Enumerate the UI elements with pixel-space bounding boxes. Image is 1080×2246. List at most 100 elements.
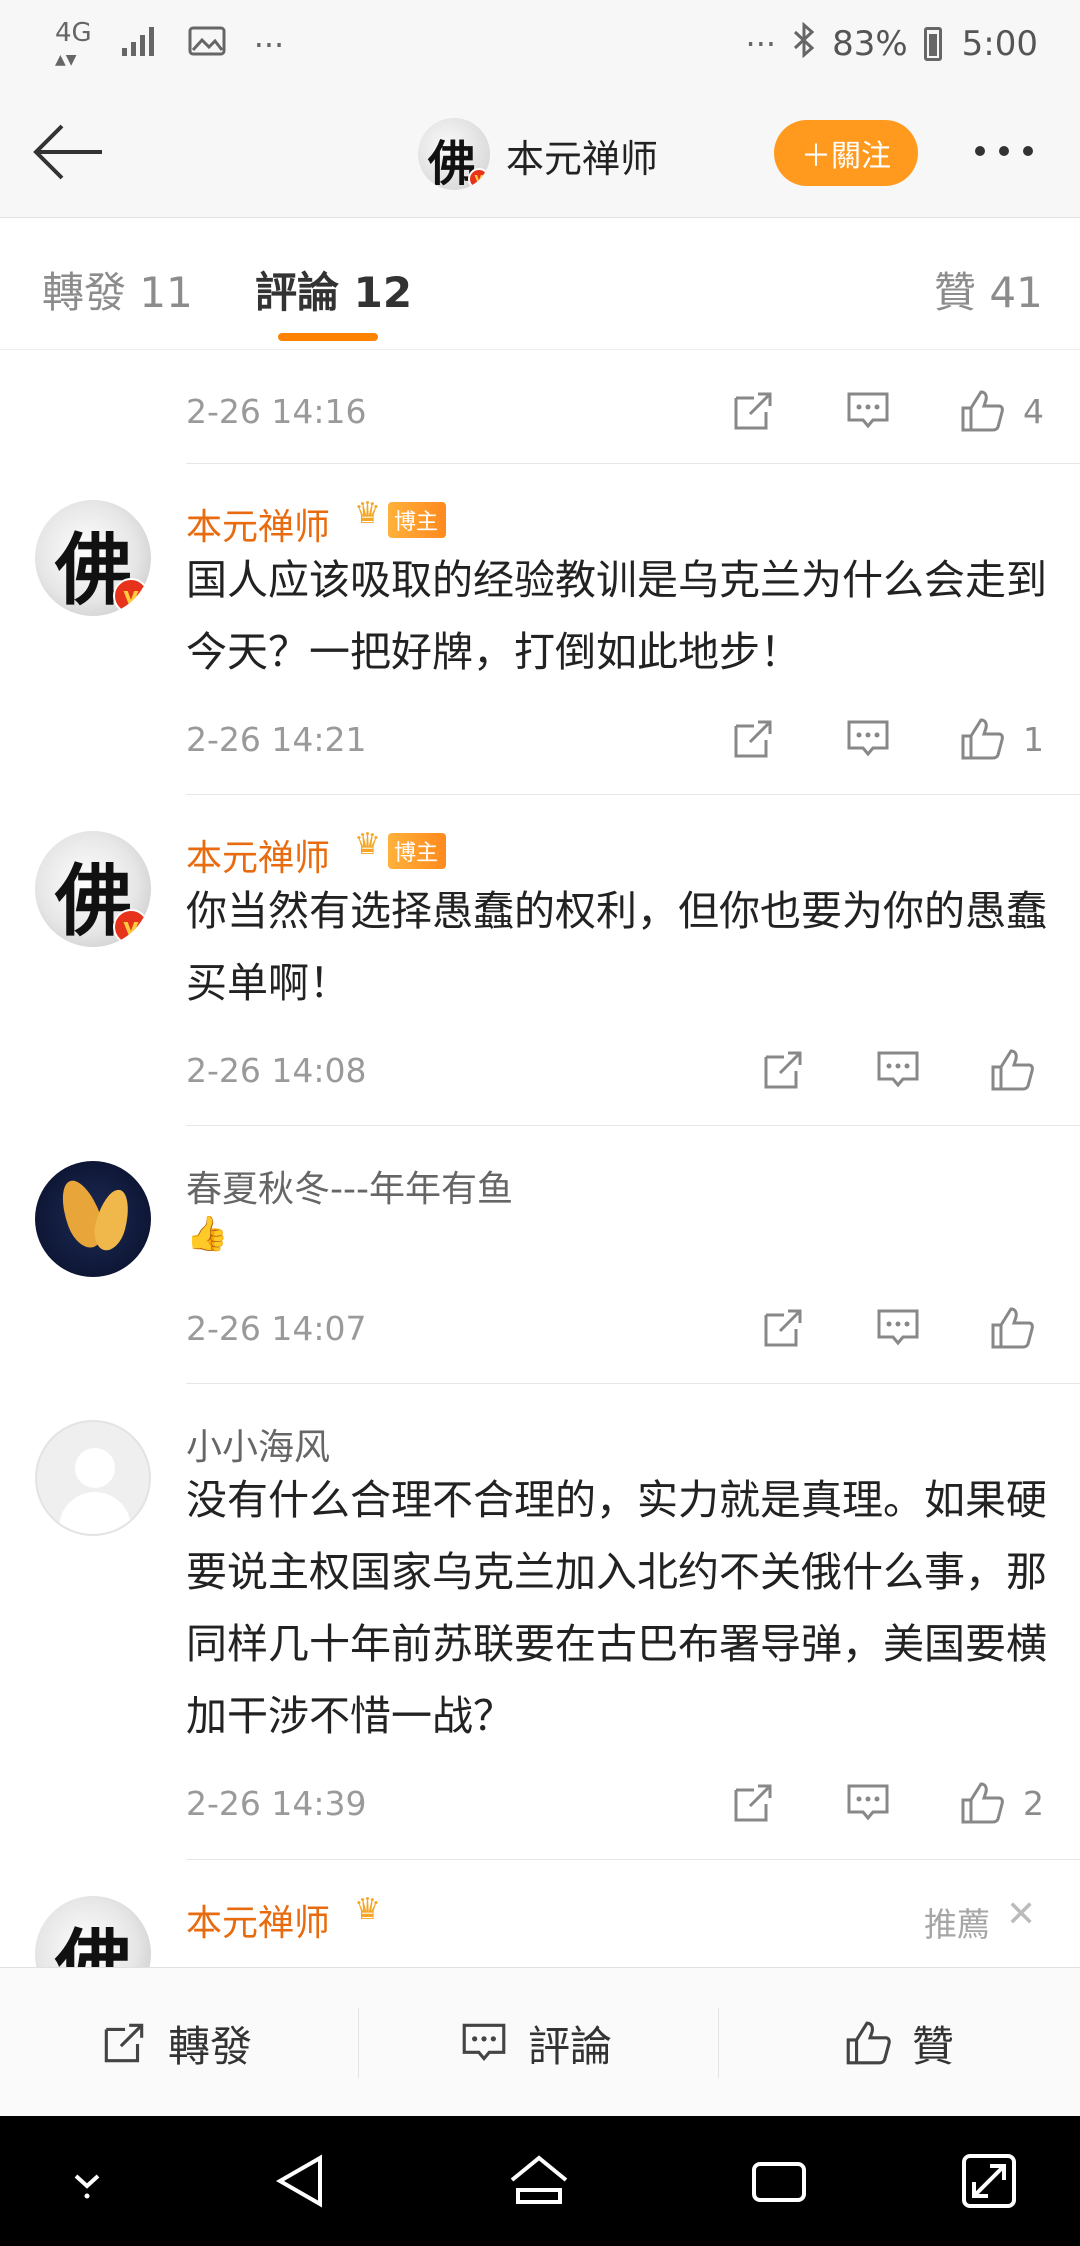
arrow-left-icon	[33, 124, 102, 180]
battery-percent: 83%	[832, 24, 908, 64]
repost-icon[interactable]	[728, 386, 778, 436]
fish-icon	[89, 1186, 135, 1254]
crown-icon: ♛	[354, 496, 381, 531]
comment-time: 2-26 14:39	[186, 1784, 367, 1823]
verified-icon: v	[468, 168, 490, 190]
comment-item: 佛 v 本元禅师 ♛ 博主 国人应该吸取的经验教训是乌克兰为什么会走到今天？一把…	[0, 464, 1080, 795]
like-count: 4	[1023, 392, 1044, 431]
default-avatar-icon	[75, 1448, 115, 1488]
more-options-button[interactable]	[975, 126, 1055, 176]
default-avatar-body	[59, 1492, 131, 1534]
user-avatar[interactable]: 佛	[35, 1896, 151, 1967]
comment-item: 春夏秋冬---年年有鱼 👍 2-26 14:07	[0, 1126, 1080, 1384]
like-icon[interactable]	[987, 1045, 1037, 1095]
repost-label: 轉發	[168, 2021, 253, 2071]
comment-label: 評論	[528, 2021, 613, 2071]
comment-icon[interactable]	[873, 1045, 923, 1095]
comment-username[interactable]: 本元禅师	[186, 498, 330, 550]
repost-icon[interactable]	[758, 1303, 808, 1353]
tab-likes[interactable]: 贊 41	[934, 259, 1043, 320]
close-icon[interactable]: ✕	[1006, 1894, 1036, 1935]
like-icon[interactable]	[957, 1778, 1007, 1828]
comment-time: 2-26 14:07	[186, 1309, 367, 1348]
tab-reposts[interactable]: 轉發 11	[42, 259, 193, 320]
user-avatar[interactable]: 佛 v	[35, 831, 151, 947]
verified-icon: v	[113, 909, 149, 945]
comment-icon[interactable]	[843, 386, 893, 436]
like-icon[interactable]	[987, 1303, 1037, 1353]
image-icon	[188, 25, 226, 65]
back-button[interactable]	[30, 120, 106, 184]
comment-username[interactable]: 春夏秋冬---年年有鱼	[186, 1160, 513, 1212]
overflow-icon: ···	[253, 26, 285, 65]
comment-username[interactable]: 本元禅师	[186, 1894, 330, 1946]
like-button[interactable]: 贊	[842, 2008, 954, 2078]
triangle-back-icon	[275, 2154, 322, 2208]
app-header: 佛 v 本元禅师 ＋關注	[0, 90, 1080, 218]
user-avatar[interactable]: 佛 v	[35, 500, 151, 616]
dot-icon	[999, 146, 1009, 156]
comment-icon[interactable]	[873, 1303, 923, 1353]
comment-item: 佛 本元禅师 ♛ 推薦 ✕	[0, 1860, 1080, 1967]
host-badge-label: 博主	[394, 510, 439, 535]
like-count: 1	[1023, 720, 1044, 759]
comment-item: 2-26 14:16 4	[0, 350, 1080, 464]
comment-username[interactable]: 小小海风	[186, 1418, 330, 1470]
comment-button[interactable]: 評論	[458, 2008, 612, 2078]
comment-icon[interactable]	[843, 1778, 893, 1828]
comment-icon[interactable]	[843, 714, 893, 764]
header-username[interactable]: 本元禅师	[506, 128, 658, 183]
comment-item: 佛 v 本元禅师 ♛ 博主 你当然有选择愚蠢的权利，但你也要为你的愚蠢买单啊！ …	[0, 795, 1080, 1126]
repost-icon[interactable]	[728, 714, 778, 764]
tab-bar: 轉發 11 評論 12 贊 41	[0, 219, 1080, 350]
hide-keyboard-button[interactable]	[52, 2146, 122, 2216]
like-label: 贊	[912, 2021, 955, 2071]
home-nav-button[interactable]	[504, 2146, 574, 2216]
comment-text: 你当然有选择愚蠢的权利，但你也要为你的愚蠢买单啊！	[186, 887, 1047, 1007]
back-nav-button[interactable]	[266, 2146, 336, 2216]
comment-list[interactable]: 2-26 14:16 4 佛 v 本元禅师 ♛ 博主 国人应该吸取的经验教训是乌…	[0, 350, 1080, 1967]
rotate-nav-button[interactable]	[954, 2146, 1024, 2216]
repost-icon	[104, 2023, 144, 2063]
network-type: 4G	[55, 18, 92, 48]
like-icon[interactable]	[957, 714, 1007, 764]
comment-time: 2-26 14:16	[186, 392, 367, 431]
expand-icon	[962, 2154, 1016, 2208]
crown-icon: ♛	[354, 1892, 381, 1927]
dot-icon	[1023, 146, 1033, 156]
repost-button[interactable]: 轉發	[98, 2008, 252, 2078]
repost-icon[interactable]	[728, 1778, 778, 1828]
recents-icon	[752, 2162, 806, 2202]
home-icon	[510, 2155, 568, 2204]
chevron-down-icon	[74, 2174, 100, 2199]
clock: 5:00	[961, 24, 1038, 64]
comment-item: 小小海风 没有什么合理不合理的，实力就是真理。如果硬要说主权国家乌克兰加入北约不…	[0, 1384, 1080, 1860]
active-tab-indicator	[278, 333, 378, 341]
tab-comments[interactable]: 評論 12	[255, 259, 412, 320]
comment-username[interactable]: 本元禅师	[186, 829, 330, 881]
recents-nav-button[interactable]	[744, 2146, 814, 2216]
comment-time: 2-26 14:08	[186, 1051, 367, 1090]
header-avatar[interactable]: 佛 v	[418, 118, 490, 190]
comment-text: 没有什么合理不合理的，实力就是真理。如果硬要说主权国家乌克兰加入北约不关俄什么事…	[186, 1476, 1047, 1740]
verified-icon: v	[113, 578, 149, 614]
dot-icon	[975, 146, 985, 156]
repost-icon[interactable]	[758, 1045, 808, 1095]
recommend-label[interactable]: 推薦	[924, 1898, 990, 1946]
like-icon	[846, 2021, 891, 2065]
host-badge: 博主	[388, 833, 447, 869]
avatar-glyph: 佛	[55, 1921, 134, 1967]
status-bar: 4G ▲▼ ··· ··· 83% 5:00	[0, 0, 1080, 90]
battery-icon	[923, 27, 942, 61]
like-icon[interactable]	[957, 386, 1007, 436]
thumbs-up-emoji: 👍	[186, 1214, 229, 1254]
system-nav-bar	[0, 2116, 1080, 2246]
host-badge: 博主	[388, 502, 447, 538]
comment-time: 2-26 14:21	[186, 720, 367, 759]
bottom-action-bar: 轉發 評論 贊	[0, 1967, 1080, 2116]
user-avatar[interactable]	[35, 1420, 151, 1536]
user-avatar[interactable]	[35, 1161, 151, 1277]
divider	[718, 2008, 719, 2078]
host-badge-label: 博主	[394, 841, 439, 866]
follow-button[interactable]: ＋關注	[774, 120, 918, 186]
